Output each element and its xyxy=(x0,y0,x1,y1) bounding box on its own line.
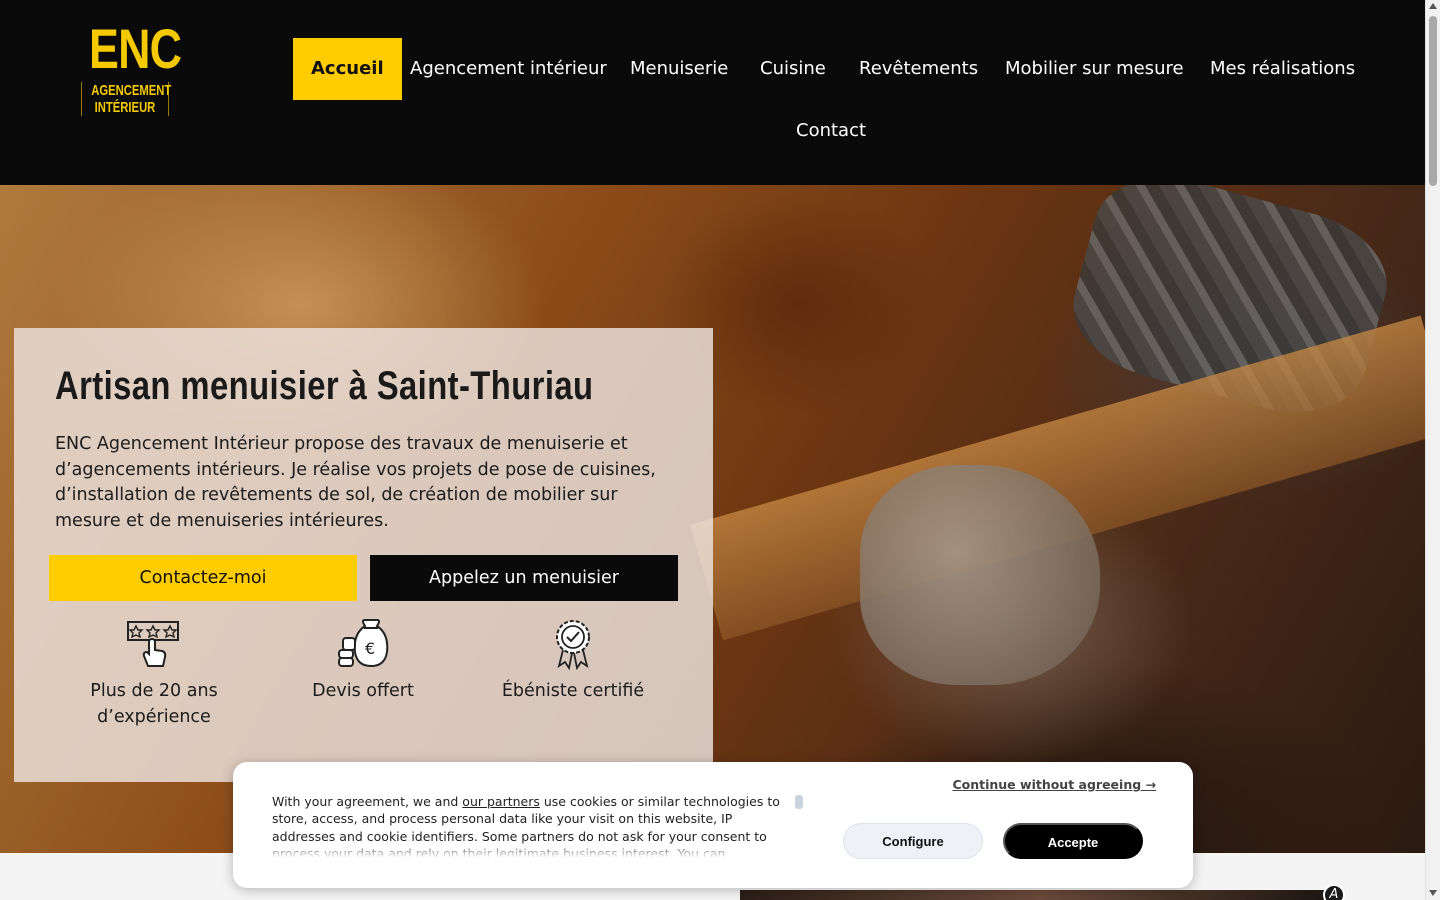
scroll-thumb[interactable] xyxy=(1429,16,1437,186)
nav-item-contact[interactable]: Contact xyxy=(778,100,884,162)
feature-quote: € Devis offert xyxy=(263,618,463,704)
scroll-up-arrow-icon[interactable] xyxy=(1429,3,1437,9)
hero-section: Artisan menuisier à Saint-Thuriau ENC Ag… xyxy=(0,185,1425,853)
cookie-text-scrollbar[interactable] xyxy=(795,795,803,809)
nav-item-agencement-interieur[interactable]: Agencement intérieur xyxy=(392,38,625,100)
hero-title: Artisan menuisier à Saint-Thuriau xyxy=(55,364,594,408)
accept-button[interactable]: Accepte xyxy=(1003,823,1143,859)
partners-link[interactable]: our partners xyxy=(462,794,540,809)
feature-quote-label: Devis offert xyxy=(312,681,414,701)
feature-certified-label: Ébéniste certifié xyxy=(501,681,645,701)
cookie-text-fade xyxy=(272,842,792,858)
feature-experience: Plus de 20 ans d’expérience xyxy=(54,618,254,730)
next-section-image xyxy=(740,890,1340,900)
continue-without-agreeing-link[interactable]: Continue without agreeing → xyxy=(952,777,1156,792)
contact-button[interactable]: Contactez-moi xyxy=(49,555,357,601)
logo-line-2: INTÉRIEUR xyxy=(94,99,156,116)
accessibility-icon[interactable]: A xyxy=(1323,884,1345,900)
scroll-down-arrow-icon[interactable] xyxy=(1429,890,1437,896)
nav-item-mobilier-sur-mesure[interactable]: Mobilier sur mesure xyxy=(987,38,1202,100)
money-bag-euro-icon: € xyxy=(338,619,389,668)
logo-line-1: AGENCEMENT xyxy=(91,82,172,99)
svg-text:€: € xyxy=(365,639,375,658)
nav-item-menuiserie[interactable]: Menuiserie xyxy=(612,38,746,100)
site-header: ENC AGENCEMENT INTÉRIEUR Accueil Agencem… xyxy=(0,0,1425,185)
logo-mark: ENC xyxy=(89,17,182,80)
call-carpenter-button[interactable]: Appelez un menuisier xyxy=(370,555,678,601)
logo[interactable]: ENC AGENCEMENT INTÉRIEUR xyxy=(80,17,182,118)
page-scrollbar[interactable] xyxy=(1425,0,1440,900)
hero-card: Artisan menuisier à Saint-Thuriau ENC Ag… xyxy=(14,328,713,782)
certified-ribbon-icon xyxy=(556,620,590,670)
configure-button[interactable]: Configure xyxy=(843,823,983,859)
cookie-banner: Continue without agreeing → With your ag… xyxy=(233,762,1193,888)
hero-image-glove xyxy=(860,465,1100,685)
nav-item-accueil[interactable]: Accueil xyxy=(293,38,402,100)
star-rating-hand-icon xyxy=(127,621,179,667)
nav-item-mes-realisations[interactable]: Mes réalisations xyxy=(1192,38,1373,100)
feature-certified: Ébéniste certifié xyxy=(473,618,673,704)
cookie-text-intro: With your agreement, we and xyxy=(272,794,463,809)
nav-item-cuisine[interactable]: Cuisine xyxy=(742,38,844,100)
hero-description: ENC Agencement Intérieur propose des tra… xyxy=(55,434,656,531)
nav-item-revetements[interactable]: Revêtements xyxy=(841,38,996,100)
feature-experience-label: Plus de 20 ans d’expérience xyxy=(90,681,218,727)
